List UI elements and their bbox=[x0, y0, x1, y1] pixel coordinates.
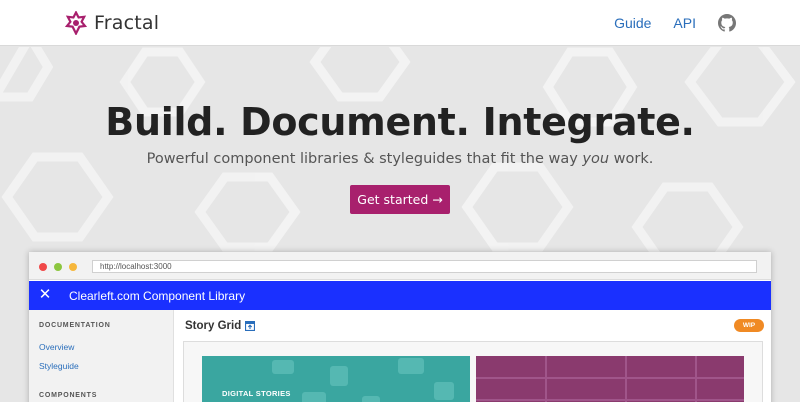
close-icon: ✕ bbox=[38, 286, 52, 303]
window-minimize-dot bbox=[69, 263, 77, 271]
external-link-icon bbox=[245, 321, 255, 331]
sidebar-heading-documentation: DOCUMENTATION bbox=[39, 322, 111, 329]
fractal-logo-link[interactable]: Fractal bbox=[64, 10, 159, 36]
hero-subtitle-text-2: work. bbox=[609, 151, 654, 167]
get-started-button[interactable]: Get started → bbox=[350, 185, 450, 214]
sidebar-heading-components: COMPONENTS bbox=[39, 392, 98, 399]
sidebar-link-styleguide: Styleguide bbox=[39, 361, 79, 371]
app-main: Story Grid WIP DIGITAL STORIES bbox=[174, 310, 771, 402]
app-sidebar: DOCUMENTATION Overview Styleguide COMPON… bbox=[29, 310, 174, 402]
nav-link-guide[interactable]: Guide bbox=[614, 15, 651, 31]
hero-subtitle-emphasis: you bbox=[582, 151, 610, 167]
hero-subtitle-text-1: Powerful component libraries & styleguid… bbox=[146, 151, 583, 167]
app-header: ✕ Clearleft.com Component Library bbox=[29, 281, 771, 310]
nav-link-api[interactable]: API bbox=[673, 15, 696, 31]
fractal-logo-icon bbox=[64, 11, 88, 35]
browser-chrome: http://localhost:3000 bbox=[29, 252, 771, 280]
story-card-label: DIGITAL STORIES bbox=[222, 389, 291, 398]
bookshelf-pattern bbox=[476, 356, 744, 402]
top-nav-bar: Fractal Guide API bbox=[0, 0, 800, 46]
app-title: Clearleft.com Component Library bbox=[69, 289, 246, 303]
github-icon[interactable] bbox=[718, 14, 736, 32]
sidebar-link-overview: Overview bbox=[39, 342, 75, 352]
brand-name: Fractal bbox=[94, 12, 160, 34]
story-card bbox=[476, 356, 744, 402]
status-badge: WIP bbox=[734, 319, 764, 332]
window-close-dot bbox=[39, 263, 47, 271]
window-maximize-dot bbox=[54, 263, 62, 271]
browser-mockup: http://localhost:3000 ✕ Clearleft.com Co… bbox=[29, 252, 771, 402]
main-nav: Guide API bbox=[592, 12, 736, 34]
hero-subtitle: Powerful component libraries & styleguid… bbox=[0, 151, 800, 167]
component-title: Story Grid bbox=[185, 320, 242, 332]
story-card: DIGITAL STORIES bbox=[202, 356, 470, 402]
address-bar: http://localhost:3000 bbox=[92, 260, 757, 273]
component-preview: DIGITAL STORIES bbox=[183, 341, 763, 402]
hero-title: Build. Document. Integrate. bbox=[105, 100, 695, 144]
